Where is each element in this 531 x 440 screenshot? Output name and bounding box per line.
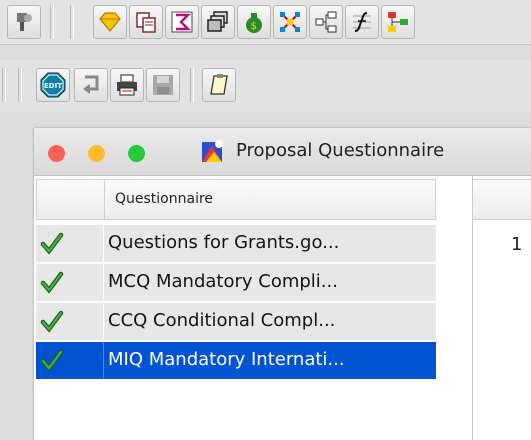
toolbar-separator (18, 68, 22, 102)
gem-button[interactable] (93, 5, 127, 39)
questionnaire-row[interactable]: MCQ Mandatory Compli... (36, 264, 436, 301)
row-divider (103, 264, 104, 301)
tools-button[interactable] (7, 5, 41, 39)
save-icon (153, 75, 173, 95)
tools-icon (17, 13, 32, 31)
check-icon (40, 310, 64, 333)
row-divider (103, 225, 104, 262)
check-icon (40, 349, 64, 372)
details-pane: 1 (473, 176, 531, 440)
copy-button[interactable] (129, 5, 163, 39)
questionnaire-header-label: Questionnaire (115, 191, 214, 207)
budget-button[interactable]: $ (237, 5, 271, 39)
questionnaire-row[interactable]: Questions for Grants.go... (36, 225, 436, 262)
edit-button[interactable]: EDIT (36, 68, 70, 102)
questionnaire-row-label: CCQ Conditional Compl... (108, 310, 336, 331)
minimize-window-button[interactable] (88, 145, 105, 162)
stacked-windows-icon (207, 11, 228, 32)
questionnaire-row-selected[interactable]: MIQ Mandatory Internati... (36, 342, 436, 379)
check-icon (40, 232, 64, 255)
gem-icon (99, 12, 121, 32)
edit-label: EDIT (44, 82, 62, 90)
sigma-icon (171, 11, 193, 33)
toolbar-separator (190, 68, 194, 102)
window-title: Proposal Questionnaire (236, 140, 445, 161)
questionnaire-row[interactable]: CCQ Conditional Compl... (36, 303, 436, 340)
toolbar-separator (50, 5, 54, 39)
row-number: 1 (511, 234, 523, 255)
questionnaire-list: Questionnaire Questions for Grants.go...… (34, 176, 473, 440)
print-button[interactable] (110, 68, 144, 102)
undo-icon (83, 75, 99, 94)
edit-icon: EDIT (40, 72, 66, 98)
formula-icon (353, 12, 371, 32)
questionnaire-row-label: MIQ Mandatory Internati... (108, 349, 345, 370)
toolbar-separator (2, 68, 6, 102)
copy-icon (136, 12, 156, 33)
header-divider (104, 180, 105, 219)
network-button[interactable] (273, 5, 307, 39)
proposal-questionnaire-window: Proposal Questionnaire Questionnaire Que… (34, 128, 531, 440)
close-window-button[interactable] (48, 145, 65, 162)
questionnaire-column-header[interactable]: Questionnaire (36, 179, 436, 220)
tree-icon (315, 11, 337, 33)
print-icon (117, 74, 137, 96)
svg-text:$: $ (251, 21, 257, 32)
row-divider (103, 303, 104, 340)
save-button[interactable] (146, 68, 180, 102)
formula-button[interactable] (345, 5, 379, 39)
questionnaire-row-label: Questions for Grants.go... (108, 232, 340, 253)
zoom-window-button[interactable] (128, 145, 145, 162)
main-toolbar: $ (0, 0, 531, 45)
row-divider (103, 342, 104, 379)
action-toolbar: EDIT (0, 60, 531, 112)
app-icon (202, 140, 223, 162)
clipboard-icon (210, 74, 228, 95)
window-titlebar[interactable]: Proposal Questionnaire (34, 128, 531, 176)
check-icon (40, 271, 64, 294)
sigma-button[interactable] (165, 5, 199, 39)
questionnaire-row-label: MCQ Mandatory Compli... (108, 271, 338, 292)
tree-button[interactable] (309, 5, 343, 39)
toolbar-separator (70, 5, 74, 39)
clipboard-button[interactable] (202, 68, 236, 102)
windows-button[interactable] (201, 5, 235, 39)
details-column-header[interactable] (473, 179, 531, 220)
network-icon (280, 12, 300, 32)
undo-button[interactable] (74, 68, 108, 102)
money-bag-icon: $ (246, 13, 262, 33)
hierarchy-icon (388, 12, 408, 32)
hierarchy-button[interactable] (381, 5, 415, 39)
